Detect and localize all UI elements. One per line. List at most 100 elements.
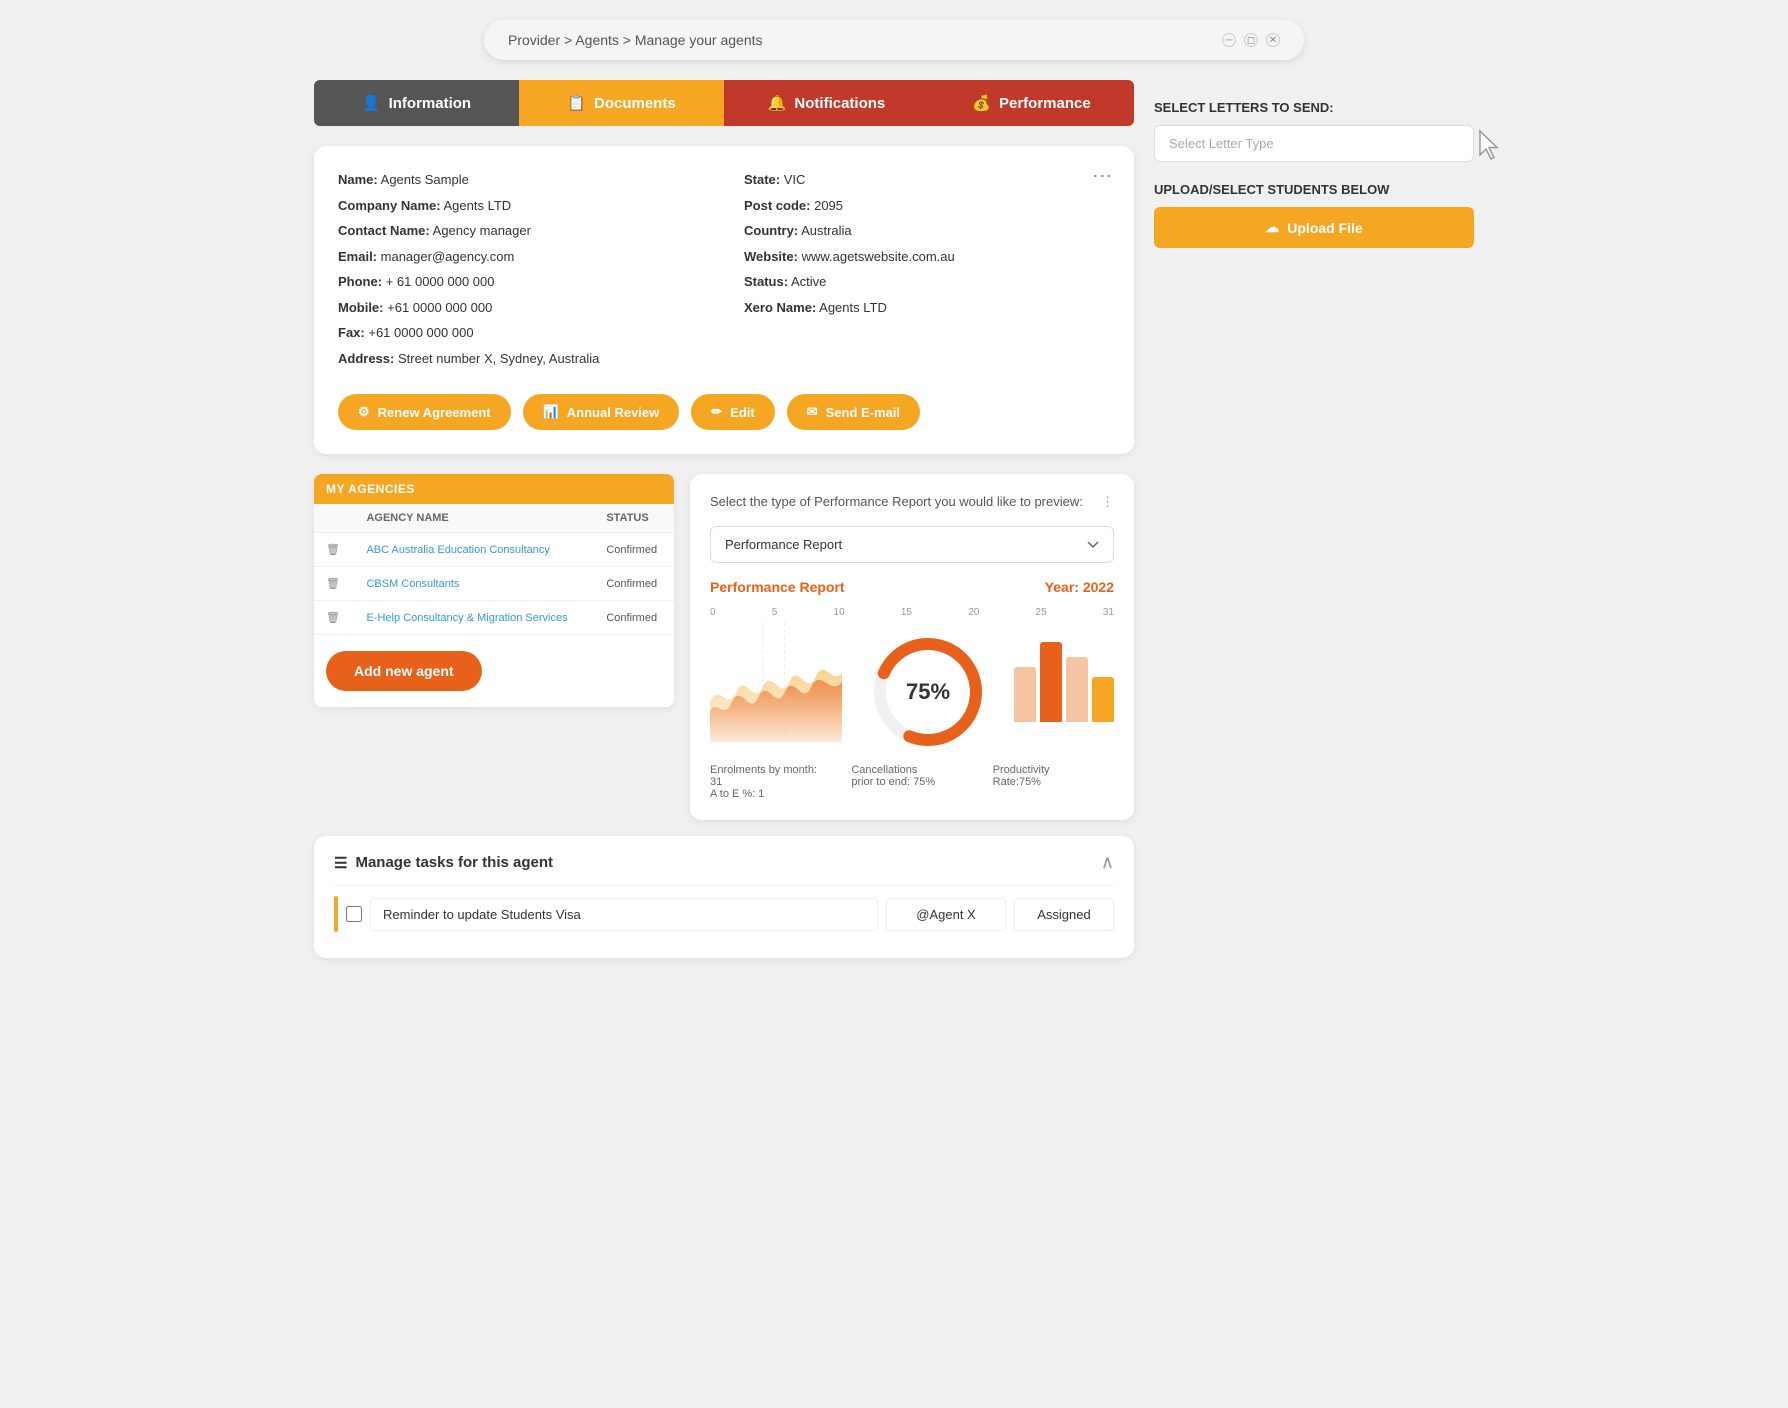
select-letter-wrapper: Select Letter Type	[1154, 125, 1474, 162]
agent-name: Name: Agents Sample	[338, 170, 704, 190]
tab-documents[interactable]: 📋 Documents	[519, 80, 724, 126]
tab-notifications[interactable]: 🔔 Notifications	[724, 80, 929, 126]
task-status: Assigned	[1014, 898, 1114, 931]
tab-information-label: Information	[389, 95, 472, 112]
agency-row: 🗑 E-Help Consultancy & Migration Service…	[314, 601, 674, 635]
tab-information[interactable]: 👤 Information	[314, 80, 519, 126]
send-email-button[interactable]: ✉ Send E-mail	[787, 394, 920, 430]
maximize-btn[interactable]: ◻	[1244, 33, 1258, 47]
agent-actions: ⚙ Renew Agreement 📊 Annual Review ✏ Edit…	[338, 394, 1110, 430]
agent-info-right: State: VIC Post code: 2095 Country: Aust…	[744, 170, 1110, 374]
agency-row: 🗑 ABC Australia Education Consultancy Co…	[314, 533, 674, 567]
select-letter-dropdown[interactable]: Select Letter Type	[1154, 125, 1474, 162]
perf-prompt: Select the type of Performance Report yo…	[710, 494, 1083, 509]
agencies-header: MY AGENCIES	[314, 474, 674, 504]
agency-name[interactable]: CBSM Consultants	[354, 567, 594, 601]
perf-year: Year: 2022	[1045, 579, 1114, 595]
upload-file-button[interactable]: ☁ Upload File	[1154, 207, 1474, 248]
stat-enrolments: Enrolments by month: 31 A to E %: 1	[710, 764, 831, 800]
documents-icon: 📋	[567, 94, 586, 112]
select-letters-title: SELECT LETTERS TO SEND:	[1154, 100, 1474, 115]
tasks-header: ☰ Manage tasks for this agent ∧	[334, 852, 1114, 873]
tab-notifications-label: Notifications	[794, 95, 885, 112]
right-panel-content: SELECT LETTERS TO SEND: Select Letter Ty…	[1154, 80, 1474, 268]
task-label: Reminder to update Students Visa	[370, 898, 878, 931]
agent-fax: Fax: +61 0000 000 000	[338, 323, 704, 343]
task-checkbox[interactable]	[346, 906, 362, 922]
agency-name[interactable]: E-Help Consultancy & Migration Services	[354, 601, 594, 635]
browser-bar: Provider > Agents > Manage your agents ─…	[484, 20, 1304, 60]
tasks-panel: ☰ Manage tasks for this agent ∧ Reminder…	[314, 836, 1134, 958]
bar-chart	[1014, 622, 1114, 752]
trash-icon[interactable]: 🗑	[314, 533, 354, 567]
donut-chart: 75%	[858, 632, 998, 752]
agent-xero: Xero Name: Agents LTD	[744, 298, 1110, 318]
cursor-icon	[1476, 129, 1504, 161]
task-bar	[334, 896, 338, 932]
agency-status: Confirmed	[594, 567, 674, 601]
tab-documents-label: Documents	[594, 95, 676, 112]
agent-mobile: Mobile: +61 0000 000 000	[338, 298, 704, 318]
col-agency-name: AGENCY NAME	[354, 504, 594, 533]
agent-company: Company Name: Agents LTD	[338, 196, 704, 216]
col-trash	[314, 504, 354, 533]
browser-controls: ─ ◻ ✕	[1222, 33, 1280, 47]
trash-icon[interactable]: 🗑	[314, 567, 354, 601]
trash-icon[interactable]: 🗑	[314, 601, 354, 635]
performance-report-select[interactable]: Performance Report	[710, 526, 1114, 563]
agent-postcode: Post code: 2095	[744, 196, 1110, 216]
upload-icon: ☁	[1265, 219, 1279, 236]
edit-button[interactable]: ✏ Edit	[691, 394, 774, 430]
perf-report-header: Performance Report Year: 2022	[710, 579, 1114, 595]
renew-agreement-button[interactable]: ⚙ Renew Agreement	[338, 394, 511, 430]
bar-2	[1040, 642, 1062, 722]
agent-email: Email: manager@agency.com	[338, 247, 704, 267]
task-assignee: @Agent X	[886, 898, 1006, 931]
tasks-collapse-btn[interactable]: ∧	[1101, 852, 1114, 873]
annual-review-button[interactable]: 📊 Annual Review	[523, 394, 680, 430]
bar-1	[1014, 667, 1036, 722]
agent-state: State: VIC	[744, 170, 1110, 190]
agency-name[interactable]: ABC Australia Education Consultancy	[354, 533, 594, 567]
performance-panel: Select the type of Performance Report yo…	[690, 474, 1134, 820]
performance-icon: 💰	[972, 94, 991, 112]
agent-phone: Phone: + 61 0000 000 000	[338, 272, 704, 292]
agent-contact: Contact Name: Agency manager	[338, 221, 704, 241]
agent-website: Website: www.agetswebsite.com.au	[744, 247, 1110, 267]
stats-row: Enrolments by month: 31 A to E %: 1 Canc…	[710, 764, 1114, 800]
minimize-btn[interactable]: ─	[1222, 33, 1236, 47]
agent-status: Status: Active	[744, 272, 1110, 292]
agencies-table: AGENCY NAME STATUS 🗑 ABC Australia Educa…	[314, 504, 674, 635]
more-options-btn[interactable]: ⋮	[1090, 166, 1114, 188]
agent-card: ⋮ Name: Agents Sample Company Name: Agen…	[314, 146, 1134, 454]
agent-address: Address: Street number X, Sydney, Austra…	[338, 349, 704, 369]
task-row: Reminder to update Students Visa @Agent …	[334, 885, 1114, 942]
email-icon: ✉	[807, 404, 818, 420]
agent-info-left: Name: Agents Sample Company Name: Agents…	[338, 170, 704, 374]
settings-icon: ⚙	[358, 404, 370, 420]
perf-report-title: Performance Report	[710, 579, 845, 595]
bottom-left: MY AGENCIES AGENCY NAME STATUS 🗑 ABC Aus…	[314, 474, 1134, 820]
add-new-agent-button[interactable]: Add new agent	[326, 651, 482, 691]
stat-productivity: Productivity Rate:75%	[993, 764, 1114, 800]
tabs-bar: 👤 Information 📋 Documents 🔔 Notification…	[314, 80, 1134, 126]
upload-title: UPLOAD/SELECT STUDENTS BELOW	[1154, 182, 1474, 197]
agency-row: 🗑 CBSM Consultants Confirmed	[314, 567, 674, 601]
tasks-icon: ☰	[334, 854, 347, 872]
information-icon: 👤	[362, 94, 381, 112]
tab-performance[interactable]: 💰 Performance	[929, 80, 1134, 126]
agency-status: Confirmed	[594, 601, 674, 635]
tasks-title: ☰ Manage tasks for this agent	[334, 854, 553, 872]
bar-4	[1092, 677, 1114, 722]
select-letter-placeholder: Select Letter Type	[1169, 136, 1274, 151]
agencies-panel: MY AGENCIES AGENCY NAME STATUS 🗑 ABC Aus…	[314, 474, 674, 707]
edit-icon: ✏	[711, 404, 722, 420]
close-btn[interactable]: ✕	[1266, 33, 1280, 47]
wave-chart	[710, 622, 842, 752]
bar-3	[1066, 657, 1088, 722]
notifications-icon: 🔔	[768, 94, 787, 112]
perf-header: Select the type of Performance Report yo…	[710, 494, 1114, 510]
perf-more-options[interactable]: ⋮	[1101, 494, 1114, 510]
charts-row: 75%	[710, 622, 1114, 752]
chart-icon: 📊	[543, 404, 559, 420]
